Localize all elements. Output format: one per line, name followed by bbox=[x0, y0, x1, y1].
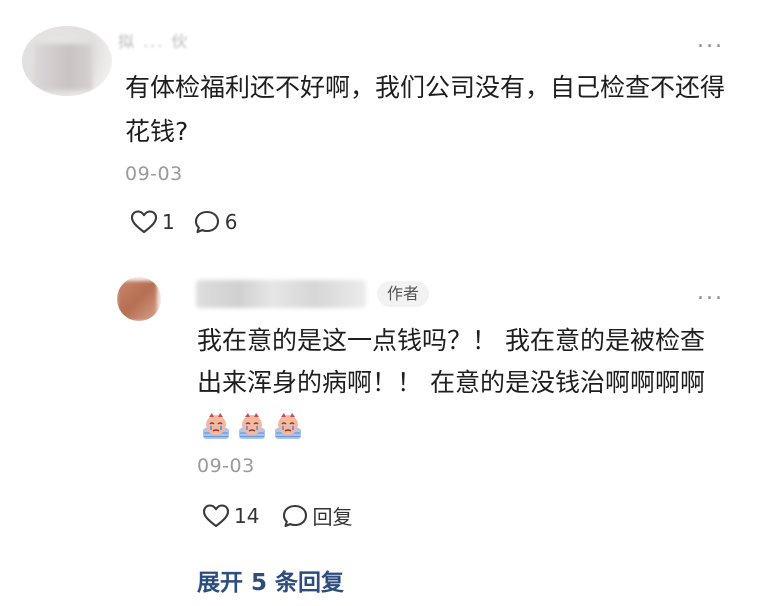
commenter-avatar[interactable] bbox=[22, 26, 112, 96]
reply-label: 回复 bbox=[312, 505, 353, 529]
comment-text: 有体检福利还不好啊，我们公司没有，自己检查不还得花钱? bbox=[125, 73, 726, 146]
reply-actions: 14 回复 bbox=[202, 501, 352, 530]
reply-like-count: 14 bbox=[234, 503, 260, 528]
expand-replies-link[interactable]: 展开 5 条回复 bbox=[197, 563, 344, 597]
crying-face-emoji bbox=[203, 413, 229, 439]
reply-reply-button[interactable]: 回复 bbox=[281, 501, 352, 530]
comment-like-button[interactable]: 1 bbox=[130, 209, 175, 235]
comment-bubble-icon bbox=[194, 210, 219, 234]
reply-count: 6 bbox=[224, 210, 238, 234]
author-badge: 作者 bbox=[377, 281, 430, 307]
crying-face-emoji bbox=[275, 413, 301, 439]
heart-icon bbox=[130, 210, 158, 234]
commenter-username[interactable]: 拟 ... 伙 bbox=[118, 28, 358, 50]
comment-date: 09-03 bbox=[125, 163, 183, 185]
reply-author-avatar[interactable] bbox=[117, 277, 161, 321]
reply-date: 09-03 bbox=[197, 455, 255, 477]
emoji-group bbox=[199, 411, 305, 441]
reply-body: 我在意的是这一点钱吗？！ 我在意的是被检查出来浑身的病啊！！ 在意的是没钱治啊啊… bbox=[197, 320, 727, 446]
crying-face-emoji bbox=[239, 413, 265, 439]
reply-more-button[interactable]: ... bbox=[697, 280, 724, 305]
reply-text: 我在意的是这一点钱吗？！ 我在意的是被检查出来浑身的病啊！！ 在意的是没钱治啊啊… bbox=[197, 326, 705, 397]
reply-author-username[interactable] bbox=[196, 280, 366, 308]
heart-icon bbox=[202, 503, 230, 527]
comment-more-button[interactable]: ... bbox=[697, 28, 724, 53]
comment-actions: 1 6 bbox=[130, 209, 237, 235]
comment-reply-button[interactable]: 6 bbox=[193, 209, 238, 235]
like-count: 1 bbox=[162, 210, 175, 234]
comment-bubble-icon bbox=[283, 504, 308, 527]
reply-like-button[interactable]: 14 bbox=[202, 503, 259, 529]
